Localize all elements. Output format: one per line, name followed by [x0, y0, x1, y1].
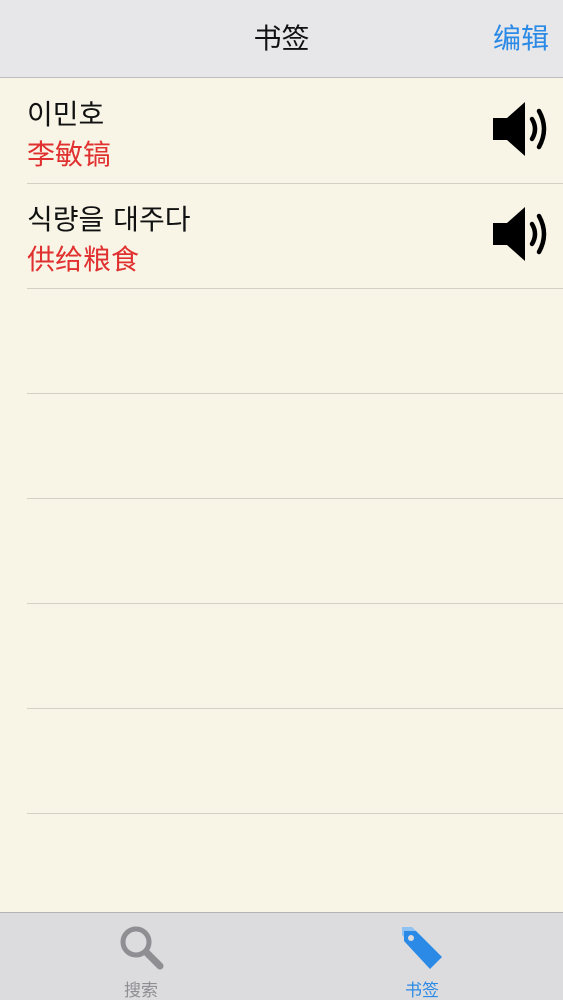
- app-screen: 书签 编辑 이민호 李敏镐 식량을 대주다 供给粮食 搜索 书签: [0, 0, 563, 1000]
- tag-icon: [398, 923, 446, 971]
- speaker-icon[interactable]: [491, 99, 555, 159]
- tab-label: 书签: [405, 981, 439, 1000]
- empty-list-row: [27, 709, 563, 814]
- empty-list-row: [27, 604, 563, 709]
- empty-list-row: [27, 499, 563, 604]
- list-item[interactable]: 이민호 李敏镐: [27, 79, 563, 184]
- bookmark-meaning: 供给粮食: [27, 243, 140, 276]
- tab-bookmarks[interactable]: 书签: [352, 913, 492, 1000]
- bookmark-list: 이민호 李敏镐 식량을 대주다 供给粮食: [0, 79, 563, 919]
- bookmark-word: 식량을 대주다: [27, 203, 191, 236]
- page-title: 书签: [253, 22, 310, 55]
- bookmark-word: 이민호: [27, 98, 105, 131]
- tab-label: 搜索: [124, 981, 158, 1000]
- list-item[interactable]: 식량을 대주다 供给粮食: [27, 184, 563, 289]
- search-icon: [117, 923, 165, 971]
- empty-list-row: [27, 394, 563, 499]
- tab-search[interactable]: 搜索: [71, 913, 211, 1000]
- bookmark-meaning: 李敏镐: [27, 138, 112, 171]
- edit-button[interactable]: 编辑: [493, 0, 549, 78]
- empty-list-row: [27, 814, 563, 919]
- tab-bar: 搜索 书签: [0, 912, 563, 1000]
- navigation-bar: 书签 编辑: [0, 0, 563, 78]
- empty-list-row: [27, 289, 563, 394]
- speaker-icon[interactable]: [491, 204, 555, 264]
